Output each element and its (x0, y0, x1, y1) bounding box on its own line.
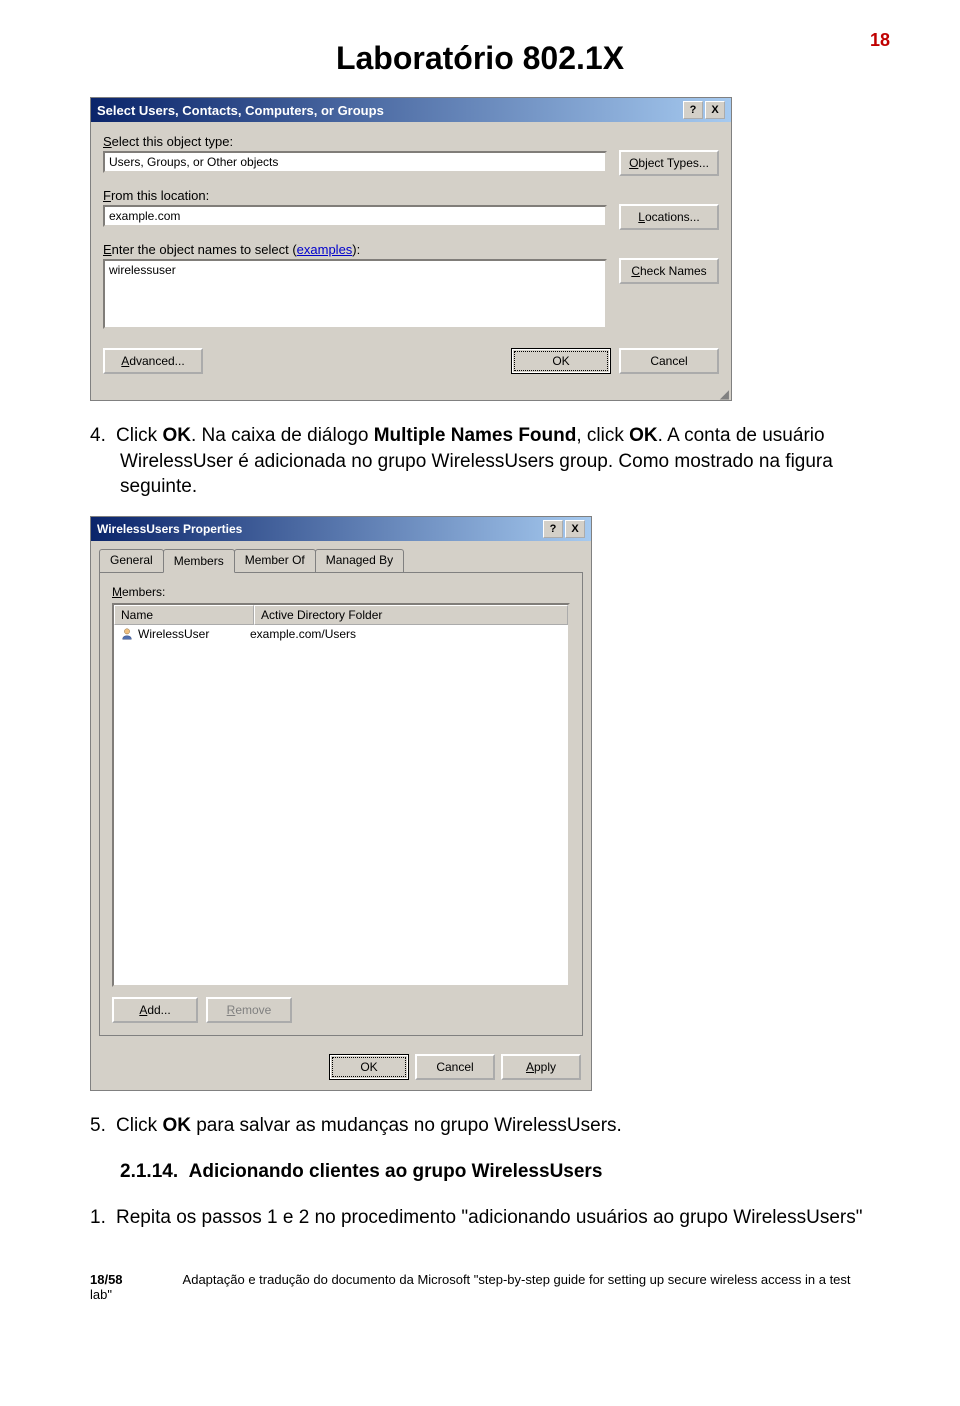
locations-button[interactable]: Locations... (619, 204, 719, 230)
check-names-button[interactable]: Check Names (619, 258, 719, 284)
page-footer: 18/58Adaptação e tradução do documento d… (0, 1260, 960, 1332)
dialog2-titlebar: WirelessUsers Properties ? X (91, 517, 591, 541)
page-number-top: 18 (870, 30, 890, 51)
section-heading: 2.1.14. Adicionando clientes ao grupo Wi… (120, 1161, 870, 1183)
dialog2-title: WirelessUsers Properties (97, 522, 242, 536)
advanced-button[interactable]: Advanced... (103, 348, 203, 374)
object-names-input[interactable]: wirelessuser (103, 259, 607, 329)
cancel-button[interactable]: Cancel (415, 1054, 495, 1080)
from-location-input[interactable] (103, 205, 607, 227)
apply-button[interactable]: Apply (501, 1054, 581, 1080)
member-name: WirelessUser (138, 627, 209, 641)
object-types-button[interactable]: Object Types... (619, 150, 719, 176)
footer-page-number: 18/58 (90, 1272, 123, 1287)
object-type-label: Select this object type: (103, 134, 607, 149)
object-type-input[interactable] (103, 151, 607, 173)
select-users-dialog: Select Users, Contacts, Computers, or Gr… (90, 97, 732, 401)
tab-members[interactable]: Members (163, 549, 235, 573)
resize-grip-icon[interactable]: ◢ (91, 390, 731, 400)
member-folder: example.com/Users (250, 627, 356, 641)
close-icon[interactable]: X (565, 520, 585, 538)
remove-button: Remove (206, 997, 292, 1023)
help-icon[interactable]: ? (683, 101, 703, 119)
wirelessusers-properties-dialog: WirelessUsers Properties ? X General Mem… (90, 516, 592, 1091)
page-title: Laboratório 802.1X (336, 40, 624, 77)
help-icon[interactable]: ? (543, 520, 563, 538)
footer-text: Adaptação e tradução do documento da Mic… (90, 1272, 851, 1302)
examples-link[interactable]: examples (297, 242, 353, 257)
ok-button[interactable]: OK (511, 348, 611, 374)
add-button[interactable]: Add... (112, 997, 198, 1023)
user-icon (120, 627, 134, 641)
ok-button[interactable]: OK (329, 1054, 409, 1080)
tab-general[interactable]: General (99, 549, 164, 572)
tab-managed-by[interactable]: Managed By (315, 549, 404, 572)
col-folder-header[interactable]: Active Directory Folder (254, 605, 568, 625)
cancel-button[interactable]: Cancel (619, 348, 719, 374)
step-5-text: 5.Click OK para salvar as mudanças no gr… (120, 1113, 870, 1139)
dialog1-titlebar: Select Users, Contacts, Computers, or Gr… (91, 98, 731, 122)
list-item[interactable]: WirelessUser example.com/Users (114, 625, 568, 643)
enter-names-label: Enter the object names to select (exampl… (103, 242, 607, 257)
col-name-header[interactable]: Name (114, 605, 254, 625)
step-4-text: 4.Click OK. Na caixa de diálogo Multiple… (120, 423, 870, 500)
close-icon[interactable]: X (705, 101, 725, 119)
tab-member-of[interactable]: Member Of (234, 549, 316, 572)
from-location-label: From this location: (103, 188, 607, 203)
step-1-text: 1.Repita os passos 1 e 2 no procedimento… (120, 1205, 870, 1231)
members-label: Members: (112, 585, 570, 599)
dialog1-title: Select Users, Contacts, Computers, or Gr… (97, 103, 384, 118)
members-listbox[interactable]: Name Active Directory Folder WirelessUse… (112, 603, 570, 987)
